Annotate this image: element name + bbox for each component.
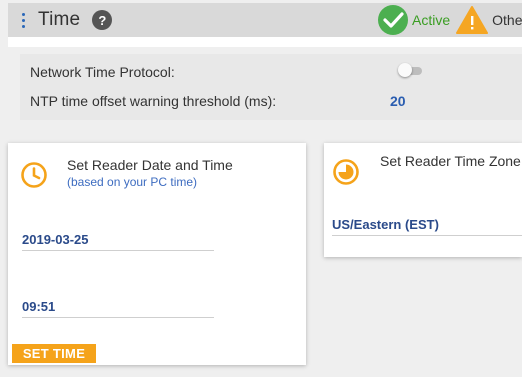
date-input[interactable]: 2019-03-25 xyxy=(22,229,214,251)
warning-icon xyxy=(456,6,489,34)
ntp-toggle[interactable] xyxy=(398,63,422,77)
timezone-select[interactable]: US/Eastern (EST) xyxy=(332,214,522,236)
date-card-title: Set Reader Date and Time xyxy=(67,157,233,173)
page-header: Time ? Active Other xyxy=(8,3,522,37)
ntp-threshold-value[interactable]: 20 xyxy=(390,93,406,109)
timezone-icon xyxy=(333,159,359,185)
status-other-label: Other xyxy=(492,12,522,28)
status-active-label: Active xyxy=(412,12,451,28)
ntp-threshold-label: NTP time offset warning threshold (ms): xyxy=(30,93,277,109)
header-divider xyxy=(8,37,522,47)
date-card-subtitle: (based on your PC time) xyxy=(67,175,198,189)
help-icon[interactable]: ? xyxy=(92,10,113,30)
time-input[interactable]: 09:51 xyxy=(22,296,214,318)
tz-card-title: Set Reader Time Zone xyxy=(380,153,521,169)
clock-icon xyxy=(21,162,47,188)
timezone-card: Set Reader Time Zone US/Eastern (EST) xyxy=(324,143,522,257)
status-area: Active Other xyxy=(376,3,522,37)
set-time-button[interactable]: SET TIME xyxy=(12,344,96,363)
kebab-menu-icon[interactable] xyxy=(14,3,32,37)
check-circle-icon xyxy=(378,5,408,35)
date-time-card: Set Reader Date and Time (based on your … xyxy=(8,143,306,365)
ntp-protocol-label: Network Time Protocol: xyxy=(30,64,175,80)
toggle-knob xyxy=(398,63,412,77)
page-title: Time xyxy=(38,9,81,30)
ntp-panel: Network Time Protocol: NTP time offset w… xyxy=(20,54,522,120)
